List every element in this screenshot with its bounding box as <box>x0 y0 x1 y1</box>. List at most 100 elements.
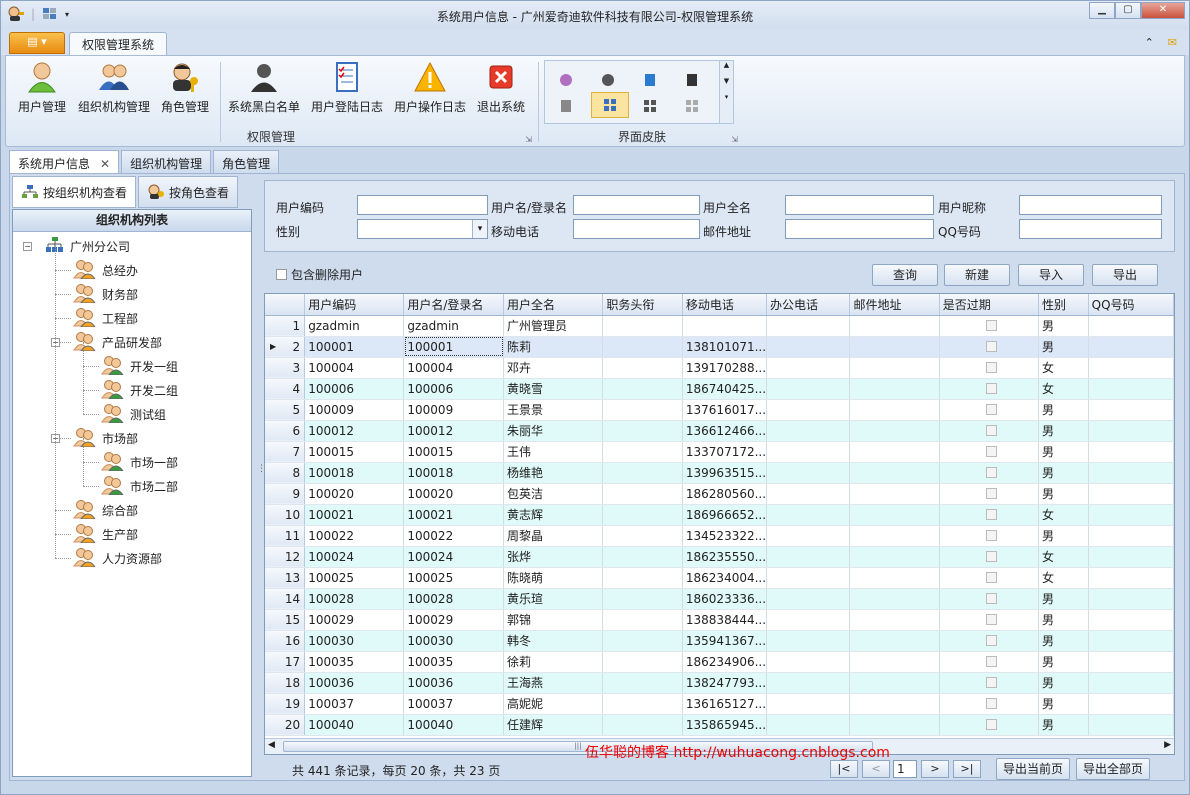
table-row[interactable]: 4 100006 100006 黄晓雪 186740425... 女 <box>265 378 1174 400</box>
user-code-field[interactable] <box>357 195 488 215</box>
cell-title[interactable] <box>602 357 683 379</box>
table-row[interactable]: 5 100009 100009 王景景 137616017... 男 <box>265 399 1174 421</box>
blacklist-button[interactable]: 系统黑白名单 <box>228 60 300 115</box>
cell-title[interactable] <box>602 399 683 421</box>
expired-checkbox[interactable] <box>985 362 997 373</box>
cell-office-phone[interactable] <box>766 567 851 589</box>
column-header[interactable]: 用户名/登录名 <box>403 294 505 316</box>
cell-full-name[interactable]: 郭锦 <box>503 609 604 631</box>
skin-option-icon[interactable] <box>597 69 619 91</box>
table-row[interactable]: 13 100025 100025 陈晓萌 186234004... 女 <box>265 567 1174 589</box>
column-header[interactable]: 职务头衔 <box>602 294 683 316</box>
skin-option-selected-icon[interactable] <box>591 92 629 118</box>
table-row[interactable]: 10 100021 100021 黄志辉 186966652... 女 <box>265 504 1174 526</box>
cell-login-name[interactable]: 100001 <box>403 336 505 358</box>
scroll-left-icon[interactable]: ◀ <box>268 740 275 750</box>
expired-checkbox[interactable] <box>985 488 997 499</box>
cell-gender[interactable]: 男 <box>1038 630 1089 652</box>
cell-expired[interactable] <box>939 609 1040 631</box>
cell-login-name[interactable]: 100022 <box>403 525 505 547</box>
cell-email[interactable] <box>849 378 940 400</box>
cell-gender[interactable]: 女 <box>1038 546 1089 568</box>
cell-office-phone[interactable] <box>766 504 851 526</box>
page-number-input[interactable]: 1 <box>893 760 917 778</box>
export-current-page-button[interactable]: 导出当前页 <box>996 758 1071 780</box>
cell-gender[interactable]: 男 <box>1038 714 1089 736</box>
cell-user-code[interactable]: 100018 <box>304 462 405 484</box>
cell-qq[interactable] <box>1088 504 1174 526</box>
maximize-button[interactable]: ▢ <box>1115 2 1141 19</box>
cell-email[interactable] <box>849 357 940 379</box>
cell-user-code[interactable]: 100035 <box>304 651 405 673</box>
cell-qq[interactable] <box>1088 357 1174 379</box>
cell-email[interactable] <box>849 504 940 526</box>
expired-checkbox[interactable] <box>985 509 997 520</box>
cell-office-phone[interactable] <box>766 609 851 631</box>
cell-qq[interactable] <box>1088 567 1174 589</box>
cell-email[interactable] <box>849 546 940 568</box>
export-button[interactable]: 导出 <box>1092 264 1158 286</box>
table-row[interactable]: 8 100018 100018 杨维艳 139963515... 男 <box>265 462 1174 484</box>
column-header[interactable]: QQ号码 <box>1088 294 1174 316</box>
cell-user-code[interactable]: 100012 <box>304 420 405 442</box>
cell-gender[interactable]: 男 <box>1038 462 1089 484</box>
cell-qq[interactable] <box>1088 693 1174 715</box>
qq-field[interactable] <box>1019 219 1162 239</box>
row-number[interactable]: 14 <box>265 588 306 610</box>
cell-title[interactable] <box>602 546 683 568</box>
cell-gender[interactable]: 男 <box>1038 420 1089 442</box>
cell-title[interactable] <box>602 567 683 589</box>
tab-organization[interactable]: 组织机构管理 <box>121 150 212 173</box>
cell-mobile[interactable]: 135941367... <box>682 630 768 652</box>
cell-expired[interactable] <box>939 336 1040 358</box>
expired-checkbox[interactable] <box>985 698 997 709</box>
cell-office-phone[interactable] <box>766 399 851 421</box>
cell-expired[interactable] <box>939 672 1040 694</box>
tree-node[interactable]: 工程部 <box>73 307 138 329</box>
cell-full-name[interactable]: 广州管理员 <box>503 315 604 337</box>
cell-mobile[interactable]: 138838444... <box>682 609 768 631</box>
tree-node[interactable]: 财务部 <box>73 283 138 305</box>
expired-checkbox[interactable] <box>985 677 997 688</box>
row-number[interactable]: 15 <box>265 609 306 631</box>
table-row[interactable]: 12 100024 100024 张烨 186235550... 女 <box>265 546 1174 568</box>
cell-email[interactable] <box>849 525 940 547</box>
cell-office-phone[interactable] <box>766 693 851 715</box>
import-button[interactable]: 导入 <box>1018 264 1084 286</box>
next-page-button[interactable]: > <box>921 760 949 778</box>
tree-node[interactable]: 总经办 <box>73 259 138 281</box>
cell-email[interactable] <box>849 651 940 673</box>
table-row[interactable]: 6 100012 100012 朱丽华 136612466... 男 <box>265 420 1174 442</box>
expired-checkbox[interactable] <box>985 383 997 394</box>
cell-user-code[interactable]: 100022 <box>304 525 405 547</box>
cell-office-phone[interactable] <box>766 651 851 673</box>
cell-expired[interactable] <box>939 357 1040 379</box>
cell-expired[interactable] <box>939 399 1040 421</box>
cell-email[interactable] <box>849 336 940 358</box>
cell-mobile[interactable]: 186235550... <box>682 546 768 568</box>
cell-user-code[interactable]: 100024 <box>304 546 405 568</box>
table-row[interactable]: 15 100029 100029 郭锦 138838444... 男 <box>265 609 1174 631</box>
cell-gender[interactable]: 女 <box>1038 567 1089 589</box>
cell-mobile[interactable]: 133707172... <box>682 441 768 463</box>
prev-page-button[interactable]: < <box>862 760 890 778</box>
cell-qq[interactable] <box>1088 420 1174 442</box>
cell-full-name[interactable]: 朱丽华 <box>503 420 604 442</box>
cell-title[interactable] <box>602 630 683 652</box>
cell-user-code[interactable]: 100037 <box>304 693 405 715</box>
cell-expired[interactable] <box>939 525 1040 547</box>
tree-node[interactable]: 生产部 <box>73 523 138 545</box>
cell-user-code[interactable]: 100030 <box>304 630 405 652</box>
cell-expired[interactable] <box>939 567 1040 589</box>
cell-user-code[interactable]: 100029 <box>304 609 405 631</box>
cell-expired[interactable] <box>939 693 1040 715</box>
cell-gender[interactable]: 男 <box>1038 525 1089 547</box>
cell-user-code[interactable]: 100006 <box>304 378 405 400</box>
cell-expired[interactable] <box>939 315 1040 337</box>
cell-mobile[interactable]: 138247793... <box>682 672 768 694</box>
cell-title[interactable] <box>602 609 683 631</box>
cell-title[interactable] <box>602 525 683 547</box>
expired-checkbox[interactable] <box>985 551 997 562</box>
cell-full-name[interactable]: 王伟 <box>503 441 604 463</box>
cell-login-name[interactable]: 100012 <box>403 420 505 442</box>
